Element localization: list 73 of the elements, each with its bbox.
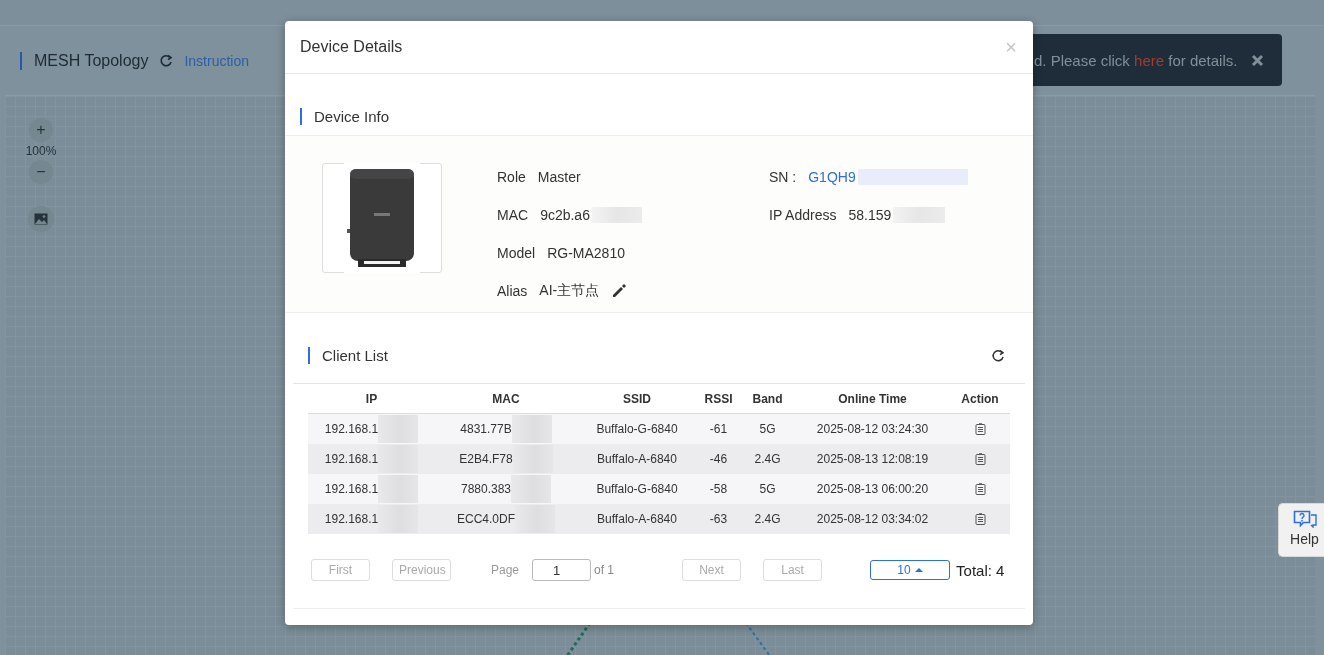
table-cell: -46 bbox=[709, 452, 728, 466]
section-title: Client List bbox=[322, 347, 388, 364]
table-cell: 192.168.1 bbox=[324, 422, 379, 436]
details-icon[interactable] bbox=[974, 422, 986, 436]
table-cell: -61 bbox=[709, 422, 728, 436]
table-cell: 2.4G bbox=[754, 452, 781, 466]
caret-icon bbox=[914, 567, 923, 573]
field-value: RG-MA2810 bbox=[547, 245, 625, 261]
export-image-button[interactable] bbox=[28, 206, 54, 232]
image-icon bbox=[34, 213, 48, 225]
page-count: of 1 bbox=[594, 563, 615, 577]
table-cell: 192.168.1 bbox=[324, 512, 379, 526]
column-header: Band bbox=[751, 390, 784, 408]
column-header: IP bbox=[364, 390, 379, 408]
column-header: RSSI bbox=[703, 390, 734, 408]
edit-icon[interactable] bbox=[611, 283, 628, 299]
zoom-in-button[interactable]: + bbox=[29, 118, 53, 142]
close-icon[interactable] bbox=[1251, 53, 1265, 67]
column-header: SSID bbox=[622, 390, 652, 408]
help-chat-icon bbox=[1292, 510, 1317, 528]
page-title: MESH Topology bbox=[34, 51, 149, 70]
page-number-field[interactable]: 1 bbox=[532, 559, 592, 581]
table-cell: 5G bbox=[759, 482, 776, 496]
connector-line bbox=[745, 622, 771, 655]
zoom-level: 100% bbox=[25, 144, 57, 158]
table-cell: -63 bbox=[709, 512, 728, 526]
table-cell: 2025-08-13 06:00:20 bbox=[816, 482, 929, 496]
notification-text: d. Please click here for details. bbox=[1034, 51, 1238, 69]
column-header: Action bbox=[960, 390, 1000, 408]
page-label: Page bbox=[491, 563, 520, 577]
table-cell: 192.168.1 bbox=[324, 452, 379, 466]
details-icon[interactable] bbox=[974, 482, 986, 496]
table-cell: ECC4.0DF bbox=[457, 512, 515, 526]
close-button[interactable]: × bbox=[1005, 35, 1017, 59]
dialog-title: Device Details bbox=[300, 38, 403, 56]
help-button[interactable]: Help bbox=[1278, 503, 1324, 557]
table-cell: 192.168.1 bbox=[324, 482, 379, 496]
table-cell: 7880.383 bbox=[460, 482, 512, 496]
table-cell: 4831.77B bbox=[460, 422, 512, 436]
details-link[interactable]: here bbox=[1134, 51, 1165, 69]
table-cell: Buffalo-G-6840 bbox=[596, 422, 678, 436]
field-label: Alias bbox=[497, 283, 528, 299]
instruction-link[interactable]: Instruction bbox=[184, 52, 250, 69]
field-value: AI-主节点 bbox=[539, 282, 600, 300]
field-value: 9c2b.a6 bbox=[540, 207, 590, 223]
total-count: Total: 4 bbox=[956, 561, 1005, 579]
column-header: MAC bbox=[491, 390, 521, 408]
table-cell: -58 bbox=[709, 482, 728, 496]
connector-line bbox=[565, 622, 592, 655]
field-label: SN : bbox=[769, 169, 797, 185]
table-cell: Buffalo-G-6840 bbox=[596, 482, 678, 496]
page-size-select[interactable]: 10 bbox=[870, 560, 951, 580]
column-header: Online Time bbox=[837, 390, 908, 408]
table-cell: 2025-08-13 12:08:19 bbox=[816, 452, 929, 466]
field-label: Model bbox=[497, 245, 536, 261]
field-value: 58.159 bbox=[848, 207, 892, 223]
field-label: Role bbox=[497, 169, 526, 185]
table-cell: 2025-08-12 03:24:30 bbox=[816, 422, 929, 436]
serial-number-link[interactable]: G1QH9 bbox=[808, 169, 856, 185]
details-icon[interactable] bbox=[974, 452, 986, 466]
table-cell: Buffalo-A-6840 bbox=[597, 512, 677, 526]
details-icon[interactable] bbox=[974, 512, 986, 526]
section-title: Device Info bbox=[314, 108, 390, 125]
table-cell: 2.4G bbox=[754, 512, 781, 526]
field-label: MAC bbox=[497, 207, 529, 223]
zoom-out-button[interactable]: − bbox=[29, 160, 53, 184]
refresh-icon[interactable] bbox=[990, 347, 1006, 364]
table-cell: 5G bbox=[759, 422, 776, 436]
field-value: Master bbox=[537, 169, 581, 185]
table-cell: E2B4.F78 bbox=[459, 452, 513, 466]
table-cell: 2025-08-12 03:34:02 bbox=[816, 512, 929, 526]
table-cell: Buffalo-A-6840 bbox=[597, 452, 677, 466]
field-label: IP Address bbox=[769, 207, 837, 223]
